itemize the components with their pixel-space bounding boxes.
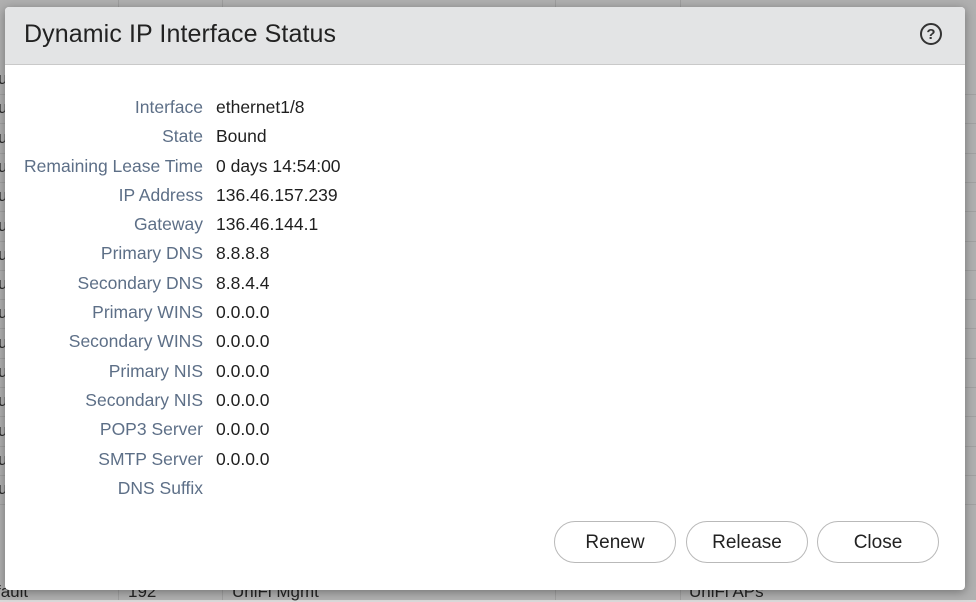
field-row: Primary DNS 8.8.8.8 (5, 239, 965, 268)
field-label: IP Address (118, 184, 203, 205)
field-label: Secondary DNS (77, 272, 203, 293)
field-value: Bound (216, 126, 267, 147)
field-row: POP3 Server 0.0.0.0 (5, 415, 965, 444)
field-value: 0.0.0.0 (216, 419, 270, 440)
field-label: Interface (134, 97, 203, 117)
release-button[interactable]: Release (686, 521, 808, 563)
field-value: 136.46.144.1 (216, 214, 319, 235)
field-row: Primary NIS 0.0.0.0 (5, 357, 965, 386)
field-row: Secondary WINS 0.0.0.0 (5, 327, 965, 356)
field-label: DNS Suffix (117, 477, 203, 498)
field-label: Secondary WINS (68, 331, 203, 352)
field-row: Secondary NIS 0.0.0.0 (5, 386, 965, 415)
field-value: 136.46.157.239 (216, 184, 338, 205)
dialog-title: Dynamic IP Interface Status (24, 20, 337, 48)
field-value: 0.0.0.0 (216, 360, 270, 381)
field-value: 0.0.0.0 (216, 389, 270, 410)
field-label: SMTP Server (98, 448, 203, 469)
field-value: ethernet1/8 (216, 97, 305, 117)
field-label: Secondary NIS (85, 389, 203, 410)
field-row: Interface ethernet1/8 (5, 93, 965, 122)
status-fields: Interface ethernet1/8 State Bound Remaining … (5, 93, 965, 503)
dynamic-ip-status-dialog: Dynamic IP Interface Status ? Interface e… (5, 7, 965, 590)
field-label: Primary WINS (92, 302, 203, 323)
field-row: Gateway 136.46.144.1 (5, 210, 965, 239)
field-row: Remaining Lease Time 0 days 14:54:00 (5, 152, 965, 181)
field-row: DNS Suffix (5, 474, 965, 503)
field-label: Gateway (133, 214, 203, 235)
field-value: 8.8.4.4 (216, 272, 270, 293)
close-button[interactable]: Close (817, 521, 939, 563)
field-label: Primary DNS (100, 243, 203, 264)
renew-button[interactable]: Renew (554, 521, 676, 563)
field-row: IP Address 136.46.157.239 (5, 181, 965, 210)
field-label: State (162, 126, 203, 147)
dialog-header: Dynamic IP Interface Status ? (5, 7, 965, 65)
field-label: Remaining Lease Time (24, 155, 203, 176)
field-value: 0.0.0.0 (216, 331, 270, 352)
field-row: State Bound (5, 122, 965, 151)
field-value: 8.8.8.8 (216, 243, 270, 264)
field-row: Secondary DNS 8.8.4.4 (5, 269, 965, 298)
field-row: Primary WINS 0.0.0.0 (5, 298, 965, 327)
field-value: 0.0.0.0 (216, 448, 270, 469)
field-label: POP3 Server (99, 419, 203, 440)
field-value: 0 days 14:54:00 (216, 155, 341, 176)
field-row: SMTP Server 0.0.0.0 (5, 445, 965, 474)
field-label: Primary NIS (108, 360, 203, 381)
help-icon[interactable]: ? (920, 23, 942, 45)
field-value: 0.0.0.0 (216, 302, 270, 323)
